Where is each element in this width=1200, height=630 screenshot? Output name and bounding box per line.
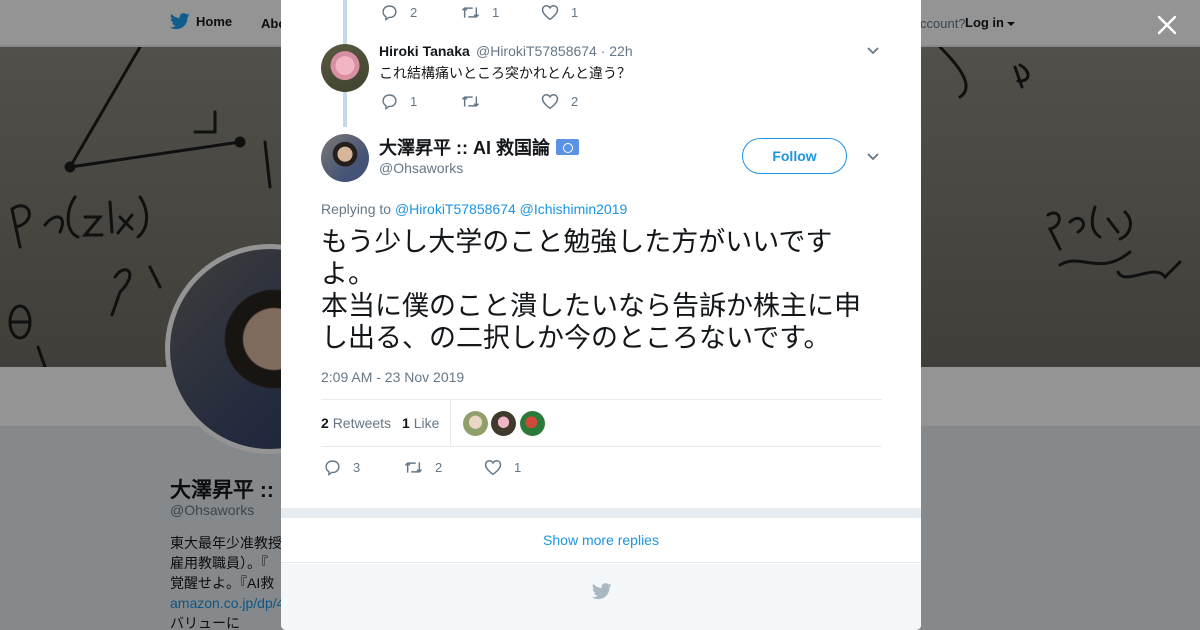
reply-icon [382, 5, 397, 21]
reply-tweet-text: これ結構痛いところ突かれとんと違う？ [379, 65, 631, 81]
tweet-timestamp[interactable]: 2:09 AM - 23 Nov 2019 [321, 369, 464, 385]
liker-avatar[interactable] [463, 411, 488, 436]
main-author-handle[interactable]: @Ohsaworks [379, 160, 463, 176]
liker-avatar[interactable] [491, 411, 516, 436]
retweet-button[interactable]: 1 [461, 4, 541, 21]
show-more-replies-button[interactable]: Show more replies [281, 518, 921, 563]
reply-count: 2 [410, 5, 418, 20]
replying-to-line: Replying to @HirokiT57858674 @Ichishimin… [321, 201, 627, 217]
close-icon[interactable] [1155, 13, 1179, 37]
like-button[interactable]: 1 [541, 4, 578, 21]
heart-icon [541, 93, 559, 110]
modal-footer [281, 564, 921, 630]
likes-stat[interactable]: 1 Like [402, 415, 439, 431]
reply-button[interactable]: 2 [381, 4, 461, 21]
reply-icon [325, 460, 340, 476]
tweet-text-line: し出る、の二択しか今のところないです。 [321, 323, 831, 354]
un-flag-icon [556, 139, 579, 155]
reply-count: 1 [410, 94, 418, 109]
liker-avatar[interactable] [520, 411, 545, 436]
retweet-icon [404, 462, 423, 473]
reply-count: 3 [353, 460, 361, 475]
stats-divider [450, 400, 451, 446]
tweet-text-line: 本当に僕のこと潰したいなら告訴か株主に申 [321, 291, 861, 322]
heart-icon [541, 4, 559, 21]
main-tweet-text: もう少し大学のこと勉強した方がいいです よ。 本当に僕のこと潰したいなら告訴か株… [321, 227, 881, 355]
twitter-bird-icon [592, 583, 612, 600]
replying-to-label: Replying to [321, 201, 392, 217]
tweet-permalink-modal: 2 1 1 Hiroki Tanaka @HirokiT57858674 · 2… [281, 0, 921, 630]
like-button[interactable]: 1 [484, 459, 521, 476]
mention-link[interactable]: @HirokiT57858674 [395, 201, 516, 217]
like-count: 2 [571, 94, 579, 109]
reply-author-name[interactable]: Hiroki Tanaka [379, 43, 470, 59]
main-author-avatar[interactable] [321, 134, 369, 182]
retweet-icon [461, 7, 480, 18]
reply-button[interactable]: 3 [324, 459, 404, 476]
heart-icon [484, 459, 502, 476]
main-tweet-actions: 3 2 1 [324, 459, 521, 476]
retweets-stat[interactable]: 2 Retweets [321, 415, 391, 431]
reply-icon [382, 94, 397, 110]
retweet-button[interactable] [461, 93, 541, 110]
mention-link[interactable]: @Ichishimin2019 [520, 201, 628, 217]
retweet-count: 2 [435, 460, 443, 475]
reply-tweet-actions: 1 2 [381, 93, 578, 110]
like-count: 1 [571, 5, 579, 20]
replies-separator [281, 508, 921, 518]
follow-button[interactable]: Follow [742, 138, 847, 174]
like-button[interactable]: 2 [541, 93, 578, 110]
retweet-button[interactable]: 2 [404, 459, 484, 476]
likes-stat-count: 1 [402, 415, 410, 431]
tweet-stats: 2 Retweets 1 Like [321, 399, 882, 447]
tweet-text-line: よ。 [321, 259, 375, 290]
previous-tweet-actions: 2 1 1 [381, 4, 578, 21]
main-author-name-row[interactable]: 大澤昇平 :: AI 救国論 [379, 134, 579, 160]
retweets-stat-count: 2 [321, 415, 329, 431]
main-author-name: 大澤昇平 :: AI 救国論 [379, 138, 550, 158]
reply-author-handle-time[interactable]: @HirokiT57858674 · 22h [476, 43, 633, 59]
retweets-stat-label: Retweets [332, 415, 392, 431]
like-count: 1 [514, 460, 522, 475]
tweet-text-line: もう少し大学のこと勉強した方がいいです [321, 227, 833, 258]
chevron-down-icon[interactable] [866, 150, 880, 164]
likes-stat-label: Like [413, 415, 440, 431]
reply-author-avatar[interactable] [321, 44, 369, 92]
retweet-count: 1 [492, 5, 500, 20]
retweet-icon [461, 96, 480, 107]
chevron-down-icon[interactable] [866, 44, 880, 58]
reply-button[interactable]: 1 [381, 93, 461, 110]
